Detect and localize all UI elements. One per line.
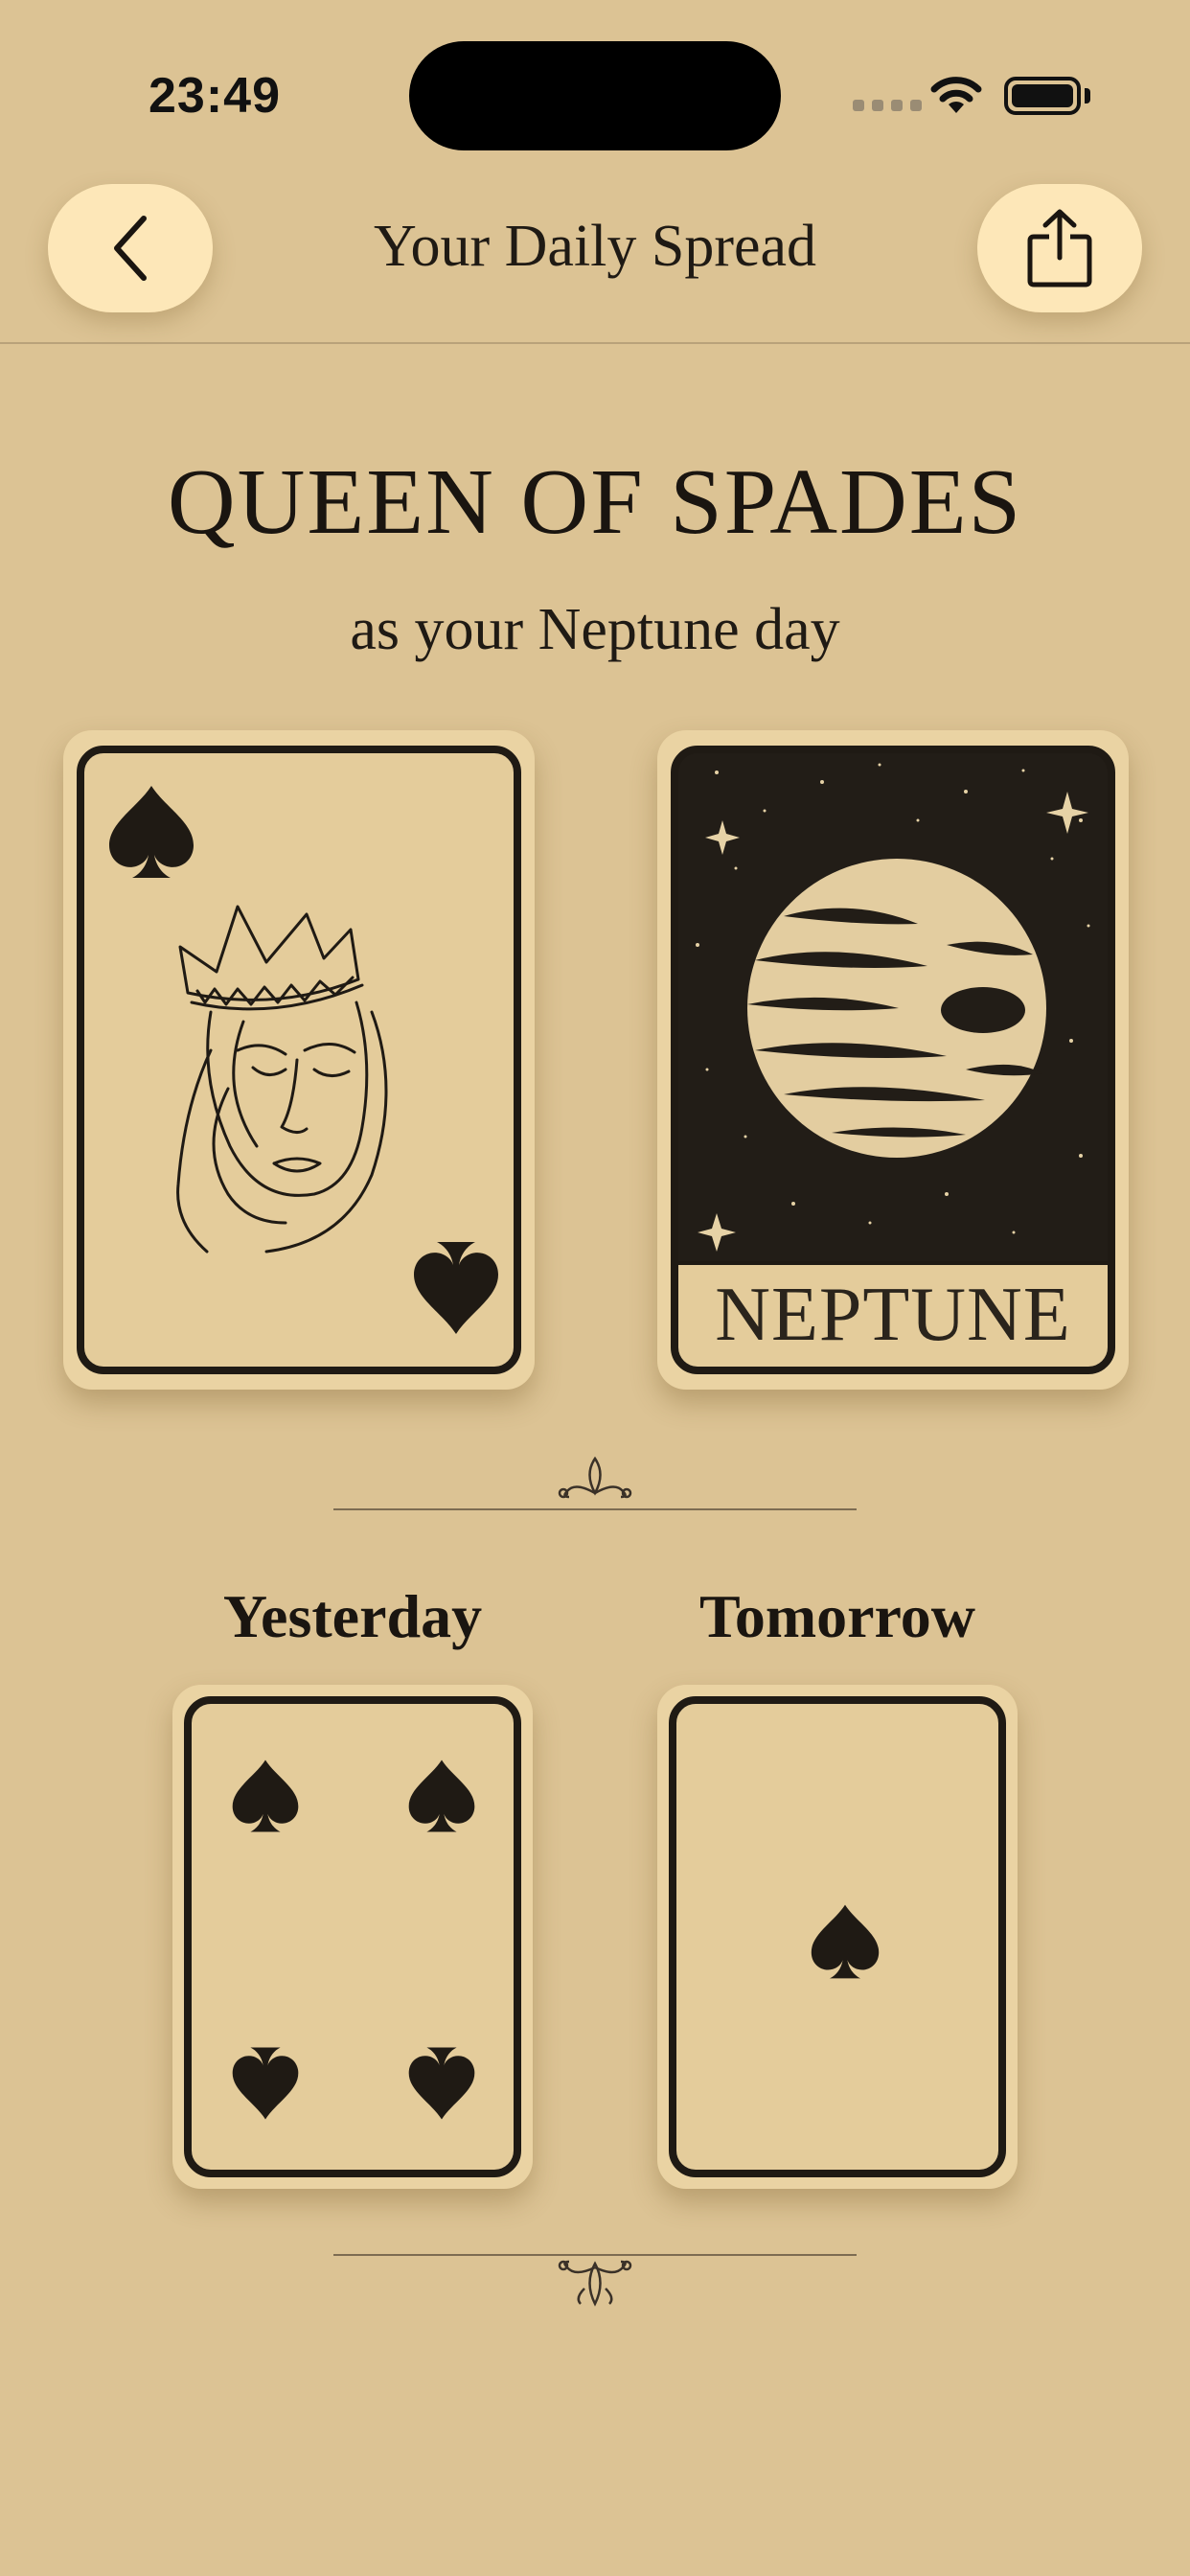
share-icon [1027,209,1092,288]
ornament-flourish-icon [558,2260,632,2307]
card-title: QUEEN OF SPADES [167,450,1023,554]
yesterday-card[interactable] [172,1685,533,2189]
queen-illustration [176,905,388,1254]
ornament-flourish-icon [558,1456,632,1499]
tomorrow-label: Tomorrow [699,1582,975,1650]
neptune-illustration [678,753,1108,1261]
card-face [77,746,521,1374]
spade-icon [232,1760,299,1832]
queen-of-spades-card[interactable] [63,730,535,1390]
spade-icon [232,2047,299,2120]
neptune-card[interactable]: NEPTUNE [657,730,1129,1390]
spade-icon [811,1904,880,1979]
dynamic-island [409,41,781,150]
card-face: NEPTUNE [671,746,1115,1374]
neptune-label: NEPTUNE [678,1265,1108,1367]
yesterday-label: Yesterday [222,1582,483,1650]
spade-icon [414,1242,498,1334]
bottom-divider [333,2254,857,2256]
spade-icon [408,1760,475,1832]
header-divider [0,342,1190,344]
spade-icon [408,2047,475,2120]
share-button[interactable] [977,184,1142,312]
battery-tip [1085,88,1090,104]
daily-spread-screen: 23:49 Your Daily Spread QUEEN OF SPADES … [0,0,1190,2576]
status-time: 23:49 [149,68,281,124]
tomorrow-card[interactable] [657,1685,1018,2189]
card-face [184,1696,521,2177]
section-divider [333,1508,857,1510]
battery-icon [1004,77,1081,115]
cellular-signal-icon [853,100,922,111]
wifi-icon [930,77,982,113]
card-face [669,1696,1006,2177]
card-subtitle: as your Neptune day [350,597,840,662]
